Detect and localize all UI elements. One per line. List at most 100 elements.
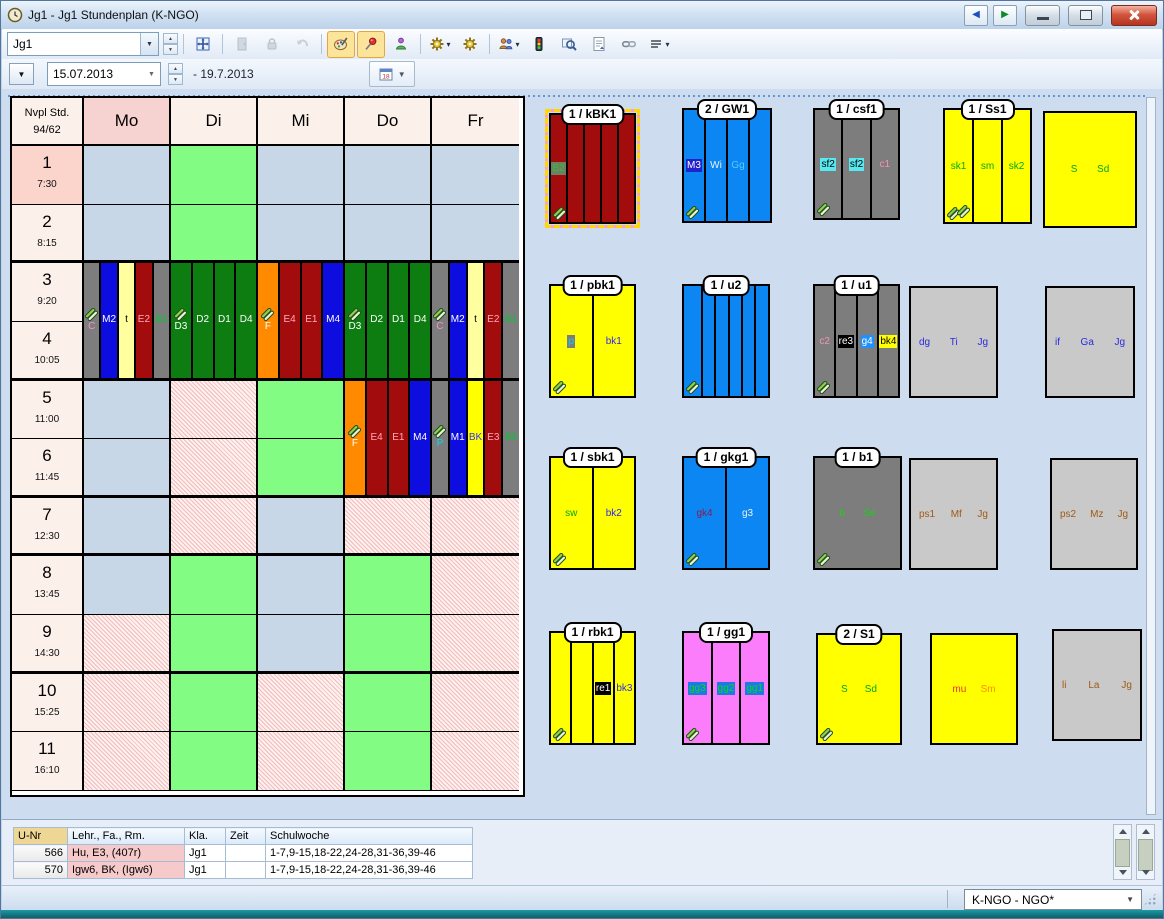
- table-cell[interactable]: Jg1: [185, 862, 226, 879]
- card-column[interactable]: [602, 115, 619, 222]
- scroll-down-icon[interactable]: [1142, 870, 1150, 875]
- restore-button[interactable]: [1068, 5, 1103, 26]
- card-tab[interactable]: 1 / pbk1: [562, 275, 623, 296]
- lesson-card[interactable]: SSd: [1043, 111, 1137, 228]
- lesson-row[interactable]: 570Igw6, BK, (Igw6)Jg11-7,9-15,18-22,24-…: [14, 862, 473, 879]
- date-chevron-icon[interactable]: ▼: [143, 63, 160, 85]
- dropdown-arrow-icon[interactable]: ▾: [665, 40, 669, 49]
- period-dropdown-button[interactable]: ▼: [9, 63, 34, 85]
- card-tab[interactable]: 2 / GW1: [697, 99, 757, 120]
- toolbar-button-settings-menu-icon[interactable]: ▾: [426, 31, 454, 58]
- nav-forward-button[interactable]: ▶: [993, 5, 1017, 26]
- card-column[interactable]: [551, 633, 572, 743]
- card-column[interactable]: [572, 633, 593, 743]
- lesson-row[interactable]: 566Hu, E3, (407r)Jg11-7,9-15,18-22,24-28…: [14, 845, 473, 862]
- lesson-card[interactable]: liLaJg: [1052, 629, 1142, 741]
- dropdown-arrow-icon[interactable]: ▾: [515, 40, 519, 49]
- card-column[interactable]: bk2: [594, 458, 635, 568]
- date-from-combobox[interactable]: 15.07.2013 ▼: [47, 62, 161, 86]
- scroll-up-icon[interactable]: [1142, 829, 1150, 834]
- card-column[interactable]: [750, 110, 770, 221]
- lesson-card-1-gg1[interactable]: gg3gg2gg11 / gg1: [682, 631, 770, 745]
- card-column[interactable]: [684, 286, 703, 396]
- scroll-up-icon[interactable]: [1119, 829, 1127, 834]
- close-button[interactable]: [1111, 5, 1157, 26]
- lesson-card[interactable]: dgTiJg: [909, 286, 998, 398]
- lesson-card-2-gw1[interactable]: M3WiGg2 / GW1: [682, 108, 772, 223]
- class-spinner[interactable]: ▲ ▼: [163, 33, 178, 55]
- card-column[interactable]: [585, 115, 602, 222]
- card-column[interactable]: [730, 286, 743, 396]
- lesson-card-1-ss1[interactable]: sk1smsk21 / Ss1: [943, 108, 1032, 224]
- toolbar-button-undo-icon[interactable]: [288, 31, 316, 58]
- lesson-card-1-csf1[interactable]: sf2sf2c11 / csf1: [813, 108, 900, 220]
- lesson-card-2-s1[interactable]: SSd2 / S1: [816, 633, 902, 745]
- table-cell[interactable]: 1-7,9-15,18-22,24-28,31-36,39-46: [266, 862, 473, 879]
- toolbar-button-diagnosis-traffic-light-icon[interactable]: [525, 31, 553, 58]
- card-column[interactable]: gg1: [741, 633, 768, 743]
- card-column[interactable]: [743, 286, 756, 396]
- card-column[interactable]: gg2: [713, 633, 742, 743]
- card-column[interactable]: Gg: [728, 110, 750, 221]
- card-tab[interactable]: 1 / gg1: [699, 622, 753, 643]
- card-column[interactable]: Wi: [706, 110, 728, 221]
- resize-grip[interactable]: [1143, 892, 1157, 906]
- scroll-down-icon[interactable]: [1119, 870, 1127, 875]
- spin-down-icon[interactable]: ▼: [163, 44, 178, 55]
- card-column[interactable]: sw: [551, 458, 594, 568]
- card-tab[interactable]: 1 / sbk1: [562, 447, 622, 468]
- card-column[interactable]: re3: [836, 286, 857, 396]
- spin-up-icon[interactable]: ▲: [163, 33, 178, 44]
- card-column[interactable]: M3: [684, 110, 706, 221]
- lesson-card-1-rbk1[interactable]: re1bk31 / rbk1: [549, 631, 636, 745]
- card-tab[interactable]: 1 / gkg1: [696, 447, 757, 468]
- table-header-u-nr[interactable]: U-Nr: [14, 828, 68, 845]
- card-column[interactable]: bk3: [615, 633, 634, 743]
- card-tab[interactable]: 1 / csf1: [828, 99, 885, 120]
- toolbar-button-settings-icon[interactable]: [456, 31, 484, 58]
- scrollbar-thumb[interactable]: [1115, 839, 1130, 867]
- card-column[interactable]: gg3: [684, 633, 713, 743]
- toolbar-button-teachers-menu-icon[interactable]: ▾: [495, 31, 523, 58]
- card-column[interactable]: c2: [815, 286, 836, 396]
- detail-scrollbar[interactable]: [1113, 824, 1132, 880]
- toolbar-button-report-icon[interactable]: [585, 31, 613, 58]
- toolbar-button-student-icon[interactable]: [387, 31, 415, 58]
- main-scrollbar[interactable]: [1136, 824, 1155, 880]
- card-tab[interactable]: 1 / Ss1: [960, 99, 1014, 120]
- toolbar-button-door-icon[interactable]: [228, 31, 256, 58]
- minimize-button[interactable]: [1025, 5, 1060, 26]
- date-spinner[interactable]: ▲ ▼: [168, 63, 183, 85]
- card-column[interactable]: B2: [551, 115, 568, 222]
- school-combo-chevron-icon[interactable]: ▼: [1126, 895, 1134, 904]
- card-column[interactable]: [619, 115, 634, 222]
- card-column[interactable]: re1: [594, 633, 615, 743]
- table-header-zeit[interactable]: Zeit: [226, 828, 266, 845]
- class-selector-combobox[interactable]: Jg1 ▼: [7, 32, 159, 56]
- card-tab[interactable]: 1 / kBK1: [561, 104, 624, 125]
- toolbar-button-lock-icon[interactable]: [258, 31, 286, 58]
- table-header-kla-[interactable]: Kla.: [185, 828, 226, 845]
- table-cell[interactable]: 566: [14, 845, 68, 862]
- lesson-card-1-sbk1[interactable]: swbk21 / sbk1: [549, 456, 636, 570]
- card-column[interactable]: sk2: [1003, 110, 1030, 222]
- calendar-button[interactable]: 18 ▼: [369, 61, 415, 87]
- table-cell[interactable]: Jg1: [185, 845, 226, 862]
- table-cell[interactable]: 1-7,9-15,18-22,24-28,31-36,39-46: [266, 845, 473, 862]
- spin-down-icon[interactable]: ▼: [168, 74, 183, 85]
- card-column[interactable]: g3: [727, 458, 768, 568]
- card-tab[interactable]: 1 / u2: [703, 275, 750, 296]
- lesson-card[interactable]: muSm: [930, 633, 1018, 745]
- combo-dropdown-arrow-icon[interactable]: ▼: [140, 33, 158, 55]
- spin-up-icon[interactable]: ▲: [168, 63, 183, 74]
- card-column[interactable]: bk1: [594, 286, 635, 396]
- lesson-card[interactable]: ps2MzJg: [1050, 458, 1138, 570]
- toolbar-button-couplings-icon[interactable]: [615, 31, 643, 58]
- table-cell[interactable]: [226, 862, 266, 879]
- table-header-schulwoche[interactable]: Schulwoche: [266, 828, 473, 845]
- card-column[interactable]: gk4: [684, 458, 727, 568]
- card-column[interactable]: bk4: [879, 286, 898, 396]
- lesson-card-1-gkg1[interactable]: gk4g31 / gkg1: [682, 456, 770, 570]
- toolbar-button-view-menu-icon[interactable]: ▾: [645, 31, 673, 58]
- lesson-card-1-kbk1[interactable]: B21 / kBK1: [549, 113, 636, 224]
